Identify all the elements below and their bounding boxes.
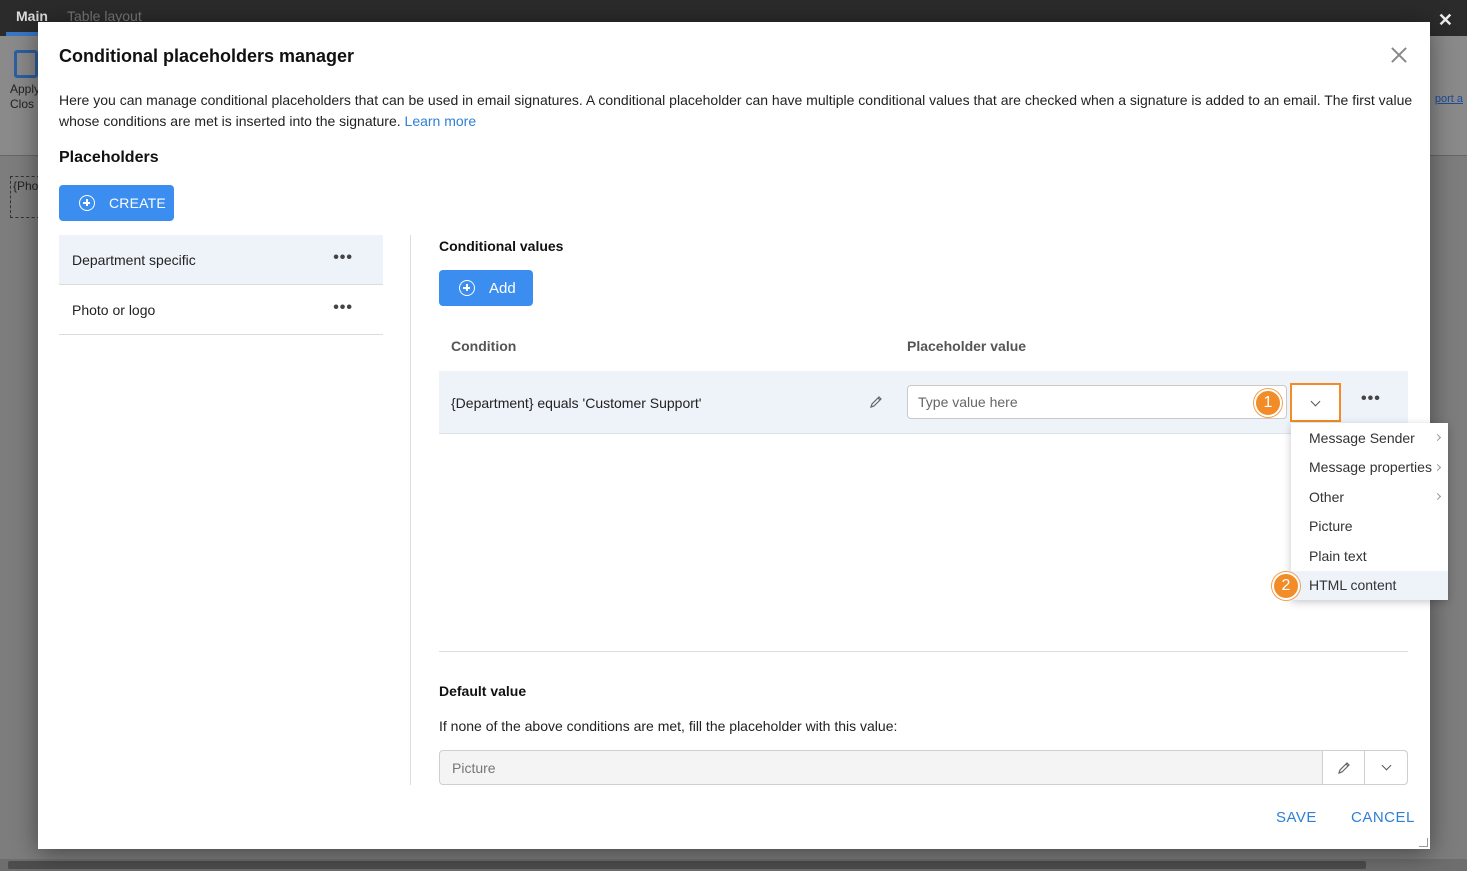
resize-handle-icon[interactable] xyxy=(1419,838,1428,847)
chevron-right-icon xyxy=(1433,492,1442,501)
default-value-description: If none of the above conditions are met,… xyxy=(439,718,898,734)
add-button-label: Add xyxy=(489,279,516,297)
learn-more-link[interactable]: Learn more xyxy=(405,113,477,129)
conditional-values-heading: Conditional values xyxy=(439,238,564,254)
save-icon[interactable] xyxy=(14,50,38,78)
edit-pencil-icon[interactable] xyxy=(869,395,883,409)
chevron-right-icon xyxy=(1433,463,1442,471)
background-placeholder-box: {Pho xyxy=(10,176,40,218)
create-button[interactable]: CREATE xyxy=(59,185,174,221)
value-type-dropdown-button[interactable] xyxy=(1290,383,1341,422)
chevron-right-icon xyxy=(1433,433,1442,442)
default-value-heading: Default value xyxy=(439,683,527,699)
plus-circle-icon xyxy=(459,280,475,296)
scrollbar-thumb[interactable] xyxy=(8,861,1366,869)
placeholder-value-input[interactable] xyxy=(907,385,1287,419)
menu-item-label: Other xyxy=(1309,488,1345,505)
add-button[interactable]: Add xyxy=(439,270,533,306)
menu-item-other[interactable]: Other xyxy=(1291,482,1448,512)
conditional-placeholders-dialog: Conditional placeholders manager Here yo… xyxy=(38,22,1448,849)
menu-item-label: Message properties xyxy=(1309,459,1432,476)
create-button-label: CREATE xyxy=(109,195,166,211)
placeholders-list: Department specific ••• Photo or logo ••… xyxy=(59,235,383,335)
condition-text: {Department} equals 'Customer Support' xyxy=(451,395,702,411)
panel-divider xyxy=(410,235,411,785)
placeholder-item-label: Photo or logo xyxy=(72,301,156,318)
more-options-icon[interactable]: ••• xyxy=(333,249,353,267)
cancel-button[interactable]: CANCEL xyxy=(1351,809,1415,826)
default-value-edit-button[interactable] xyxy=(1322,751,1364,784)
more-options-icon[interactable]: ••• xyxy=(1361,390,1381,408)
dialog-description: Here you can manage conditional placehol… xyxy=(59,90,1419,132)
menu-item-html-content[interactable]: HTML content xyxy=(1291,570,1448,600)
column-header-placeholder-value: Placeholder value xyxy=(907,338,1027,354)
menu-item-picture[interactable]: Picture xyxy=(1291,512,1448,542)
menu-item-label: Plain text xyxy=(1309,547,1367,564)
chevron-down-icon xyxy=(1381,760,1392,771)
callout-badge-2: 2 xyxy=(1272,572,1300,600)
dialog-title: Conditional placeholders manager xyxy=(59,46,355,66)
menu-item-message-sender[interactable]: Message Sender xyxy=(1291,423,1448,453)
horizontal-scrollbar[interactable] xyxy=(0,859,1467,871)
apply-close-button[interactable]: Apply Clos xyxy=(10,82,40,112)
callout-badge-1: 1 xyxy=(1254,389,1282,417)
close-icon[interactable] xyxy=(1388,44,1410,66)
menu-item-label: Picture xyxy=(1309,518,1353,535)
plus-circle-icon xyxy=(79,195,95,211)
menu-item-label: Message Sender xyxy=(1309,429,1415,446)
app-close-icon[interactable]: ✕ xyxy=(1438,10,1453,31)
chevron-down-icon xyxy=(1310,396,1321,407)
section-divider xyxy=(439,651,1408,652)
intro-text: Here you can manage conditional placehol… xyxy=(59,92,1413,129)
background-link[interactable]: port a xyxy=(1435,93,1463,105)
value-type-menu: Message Sender Message properties Other … xyxy=(1291,423,1448,600)
menu-item-plain-text[interactable]: Plain text xyxy=(1291,541,1448,571)
placeholder-item-department-specific[interactable]: Department specific ••• xyxy=(59,235,383,285)
menu-item-label: HTML content xyxy=(1309,577,1397,594)
placeholder-item-label: Department specific xyxy=(72,251,196,268)
edit-pencil-icon xyxy=(1337,761,1351,775)
default-value-field[interactable]: Picture xyxy=(439,750,1408,785)
default-value-text: Picture xyxy=(452,760,496,776)
menu-item-message-properties[interactable]: Message properties xyxy=(1291,453,1448,483)
column-header-condition: Condition xyxy=(451,338,517,354)
save-button[interactable]: SAVE xyxy=(1276,809,1317,826)
placeholders-heading: Placeholders xyxy=(59,149,159,166)
placeholder-item-photo-or-logo[interactable]: Photo or logo ••• xyxy=(59,285,383,335)
more-options-icon[interactable]: ••• xyxy=(333,299,353,317)
default-value-dropdown-button[interactable] xyxy=(1364,751,1407,784)
